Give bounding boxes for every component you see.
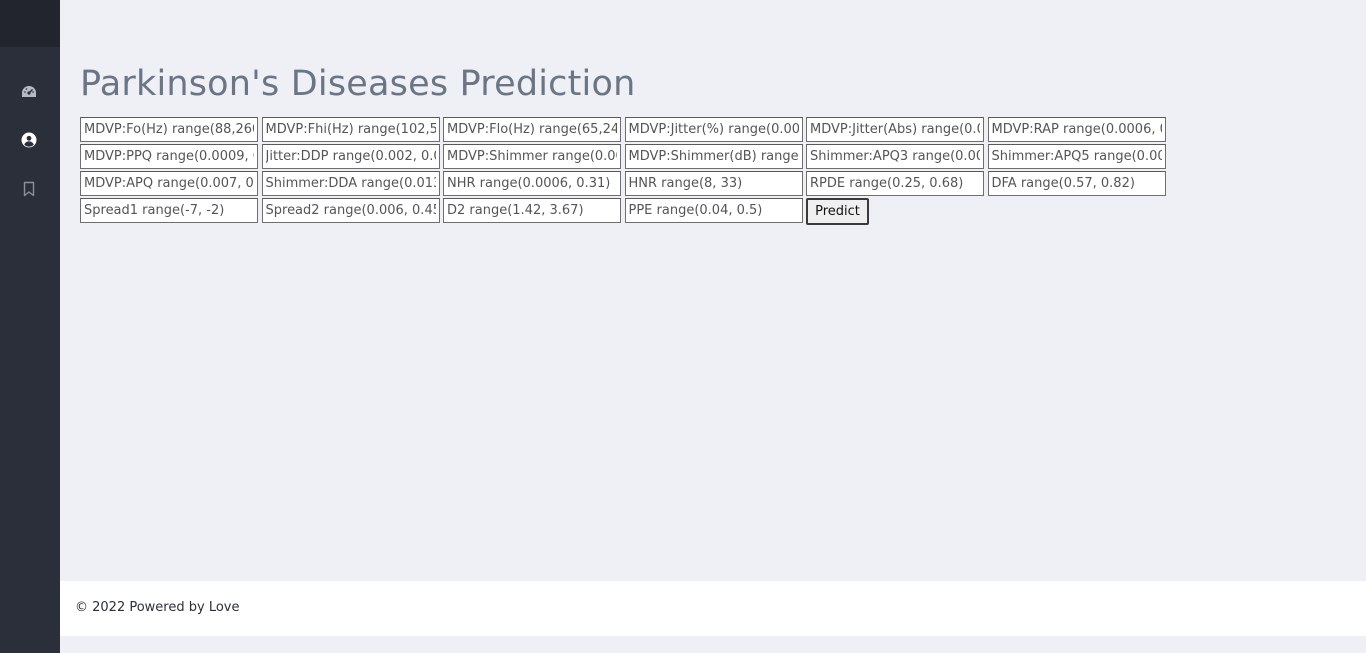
sidebar-header [0,0,60,47]
footer: © 2022 Powered by Love [60,581,1366,636]
shimmer-apq3-input[interactable] [806,144,984,169]
rpde-input[interactable] [806,171,984,196]
footer-copyright: © 2022 Powered by Love [75,600,240,615]
nhr-input[interactable] [443,171,621,196]
jitter-ddp-input[interactable] [261,144,440,169]
mdvp-ppq-input[interactable] [80,144,258,169]
main-content: Parkinson's Diseases Prediction Predict … [60,0,1366,653]
spread1-input[interactable] [80,198,258,223]
mdvp-flo-input[interactable] [443,117,621,142]
mdvp-jitter-percent-input[interactable] [624,117,803,142]
bookmark-icon[interactable] [20,180,38,198]
mdvp-shimmer-db-input[interactable] [624,144,803,169]
mdvp-jitter-abs-input[interactable] [806,117,984,142]
shimmer-dda-input[interactable] [261,171,440,196]
mdvp-fo-input[interactable] [80,117,258,142]
mdvp-fhi-input[interactable] [261,117,440,142]
user-circle-icon[interactable] [20,131,38,149]
page-title: Parkinson's Diseases Prediction [80,64,636,104]
dashboard-icon[interactable] [20,83,38,101]
mdvp-shimmer-input[interactable] [443,144,621,169]
mdvp-apq-input[interactable] [80,171,258,196]
mdvp-rap-input[interactable] [987,117,1166,142]
hnr-input[interactable] [624,171,803,196]
d2-input[interactable] [443,198,621,223]
dfa-input[interactable] [987,171,1166,196]
spread2-input[interactable] [261,198,440,223]
prediction-form: Predict [80,117,1166,225]
predict-button[interactable]: Predict [806,198,869,225]
sidebar [0,0,60,653]
shimmer-apq5-input[interactable] [987,144,1166,169]
ppe-input[interactable] [624,198,803,223]
